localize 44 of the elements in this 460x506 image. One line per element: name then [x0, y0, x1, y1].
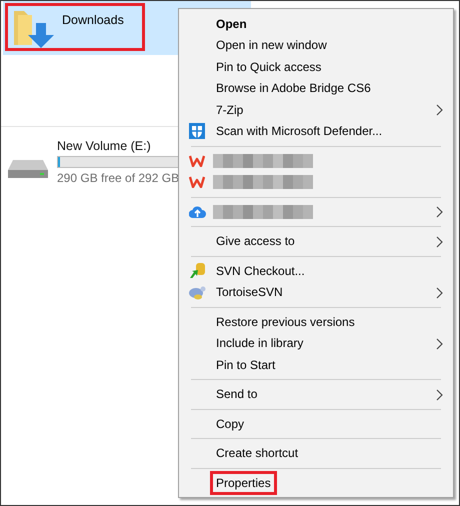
chevron-right-icon	[436, 236, 443, 248]
menu-item[interactable]: Create shortcut	[179, 442, 453, 464]
menu-item-label: Restore previous versions	[215, 314, 356, 331]
chevron-right-icon	[436, 206, 443, 218]
menu-item[interactable]: 7-Zip	[179, 99, 453, 120]
w-logo-icon	[189, 176, 205, 188]
menu-item[interactable]: Copy	[179, 413, 453, 434]
menu-item-label: 7-Zip	[215, 102, 244, 119]
downloads-folder-icon	[12, 9, 56, 49]
menu-item-label: Give access to	[215, 233, 296, 250]
menu-item-label: TortoiseSVN	[215, 284, 284, 302]
menu-item[interactable]: Include in library	[179, 332, 453, 354]
menu-item[interactable]: Give access to	[179, 230, 453, 252]
shield-icon	[189, 123, 205, 140]
menu-item-label: Open	[215, 16, 248, 33]
database-arrow-icon	[188, 262, 206, 280]
menu-item[interactable]: Pin to Quick access	[179, 56, 453, 78]
menu-item-label: Send to	[215, 386, 258, 404]
menu-item-label: Browse in Adobe Bridge CS6	[215, 80, 372, 98]
menu-item[interactable]: Pin to Start	[179, 354, 453, 376]
menu-item-label: Create shortcut	[215, 445, 300, 462]
cloud-upload-icon	[188, 204, 206, 219]
menu-item[interactable]: Properties	[179, 472, 453, 494]
chevron-right-icon	[436, 286, 443, 298]
free-space-text: 290 GB free of 292 GB	[57, 171, 180, 185]
menu-item-label: Include in library	[215, 335, 304, 352]
turtle-icon	[188, 284, 206, 300]
menu-item[interactable]: Restore previous versions	[179, 311, 453, 332]
hard-drive-icon	[7, 158, 49, 180]
menu-item-label: Pin to Quick access	[215, 58, 322, 76]
chevron-right-icon	[436, 104, 443, 116]
menu-item[interactable]: TortoiseSVN	[179, 282, 453, 303]
chevron-right-icon	[436, 388, 443, 400]
w-logo-icon	[189, 154, 205, 167]
menu-item-label: Pin to Start	[215, 356, 276, 374]
menu-item[interactable]: SVN Checkout...	[179, 260, 453, 282]
menu-item-label: SVN Checkout...	[215, 262, 306, 280]
chevron-right-icon	[436, 338, 443, 350]
folder-name: Downloads	[62, 13, 124, 27]
drive-name: New Volume (E:)	[57, 139, 151, 153]
menu-item-label: Properties	[210, 470, 277, 495]
menu-item[interactable]: Browse in Adobe Bridge CS6	[179, 78, 453, 99]
menu-item-label: Copy	[215, 416, 246, 433]
menu-item[interactable]: Send to	[179, 384, 453, 405]
